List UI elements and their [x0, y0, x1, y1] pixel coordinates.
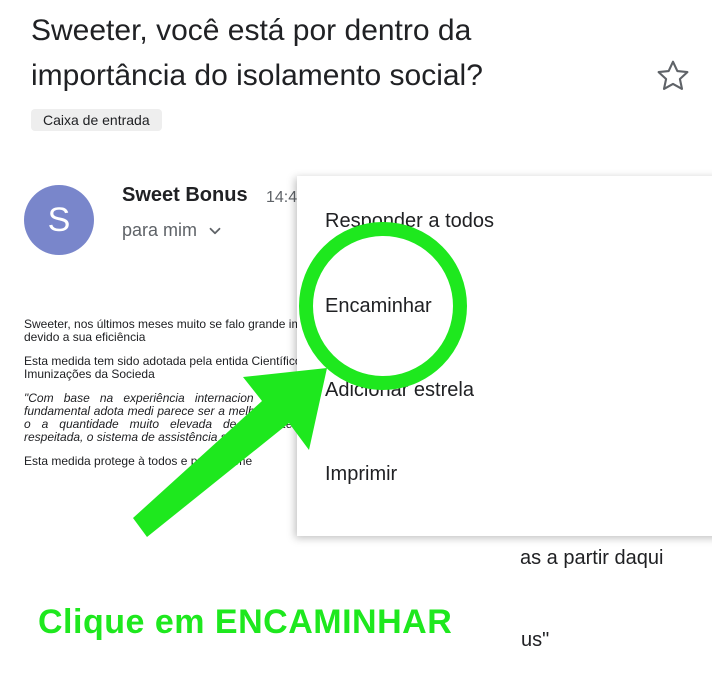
email-subject: Sweeter, você está por dentro da importâ…: [31, 14, 483, 92]
tutorial-caption: Clique em ENCAMINHAR: [38, 603, 453, 641]
recipient-line[interactable]: para mim: [122, 220, 224, 241]
body-fragment: as a partir daqui: [520, 547, 664, 569]
menu-item-add-star[interactable]: Adicionar estrela: [325, 379, 474, 402]
chevron-down-icon[interactable]: [206, 222, 224, 240]
body-fragment: us": [521, 629, 550, 651]
overflow-menu: Responder a todos Encaminhar Adicionar e…: [297, 176, 712, 536]
inbox-label-chip[interactable]: Caixa de entrada: [31, 109, 162, 131]
menu-item-forward[interactable]: Encaminhar: [325, 295, 432, 318]
sender-avatar[interactable]: S: [24, 185, 94, 255]
menu-item-print[interactable]: Imprimir: [325, 463, 397, 486]
star-outline-icon[interactable]: [655, 58, 691, 94]
sender-name: Sweet Bonus: [122, 184, 248, 206]
recipient-label: para mim: [122, 220, 198, 240]
menu-item-reply-all[interactable]: Responder a todos: [325, 210, 494, 233]
email-time: 14:4: [266, 189, 298, 206]
